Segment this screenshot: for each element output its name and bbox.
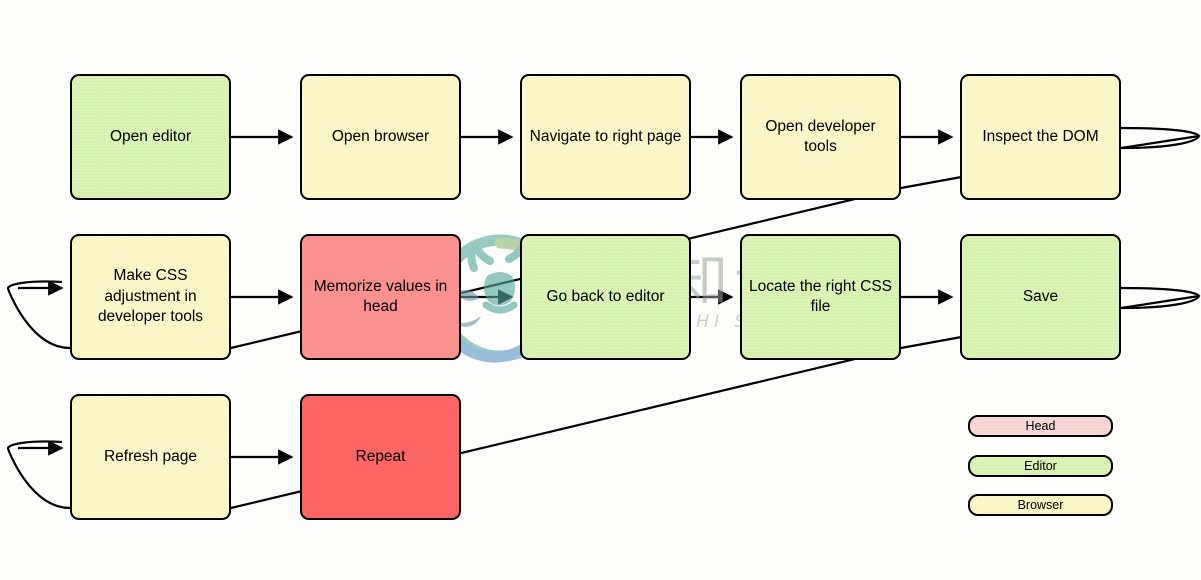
node-save[interactable]: Save <box>960 234 1121 360</box>
legend-item-editor[interactable]: Editor <box>968 455 1113 477</box>
edge-wrap-in-row2 <box>6 280 71 350</box>
node-label: Make CSS adjustment in developer tools <box>97 267 204 326</box>
node-label: Locate the right CSS file <box>748 277 893 315</box>
legend-label: Head <box>1025 419 1056 433</box>
node-open-devtools[interactable]: Open developer tools <box>740 74 901 200</box>
node-go-back-to-editor[interactable]: Go back to editor <box>520 234 691 360</box>
edge-wrap-in-row3 <box>6 440 71 510</box>
node-label: Open editor <box>110 127 191 145</box>
node-locate-css-file[interactable]: Locate the right CSS file <box>740 234 901 360</box>
node-label: Memorize values in head <box>313 277 448 315</box>
node-label: Refresh page <box>103 447 198 465</box>
node-label: Save <box>1022 287 1059 305</box>
node-memorize-values[interactable]: Memorize values in head <box>300 234 461 360</box>
node-open-editor[interactable]: Open editor <box>70 74 231 200</box>
node-repeat[interactable]: Repeat <box>300 394 461 520</box>
node-navigate-page[interactable]: Navigate to right page <box>520 74 691 200</box>
node-refresh-page[interactable]: Refresh page <box>70 394 231 520</box>
node-inspect-dom[interactable]: Inspect the DOM <box>960 74 1121 200</box>
legend-label: Editor <box>1024 459 1057 473</box>
node-label: Open browser <box>331 127 430 145</box>
node-label: Inspect the DOM <box>982 127 1099 145</box>
node-label: Go back to editor <box>546 287 665 305</box>
legend-item-head[interactable]: Head <box>968 415 1113 437</box>
legend-item-browser[interactable]: Browser <box>968 494 1113 516</box>
flowchart-canvas: Open editor Open browser Navigate to rig… <box>0 0 1201 580</box>
node-make-css-adjustment[interactable]: Make CSS adjustment in developer tools <box>70 234 231 360</box>
legend-label: Browser <box>1017 498 1064 512</box>
node-label: Navigate to right page <box>529 127 682 145</box>
node-label: Open developer tools <box>765 117 876 155</box>
node-open-browser[interactable]: Open browser <box>300 74 461 200</box>
node-label: Repeat <box>355 447 406 465</box>
